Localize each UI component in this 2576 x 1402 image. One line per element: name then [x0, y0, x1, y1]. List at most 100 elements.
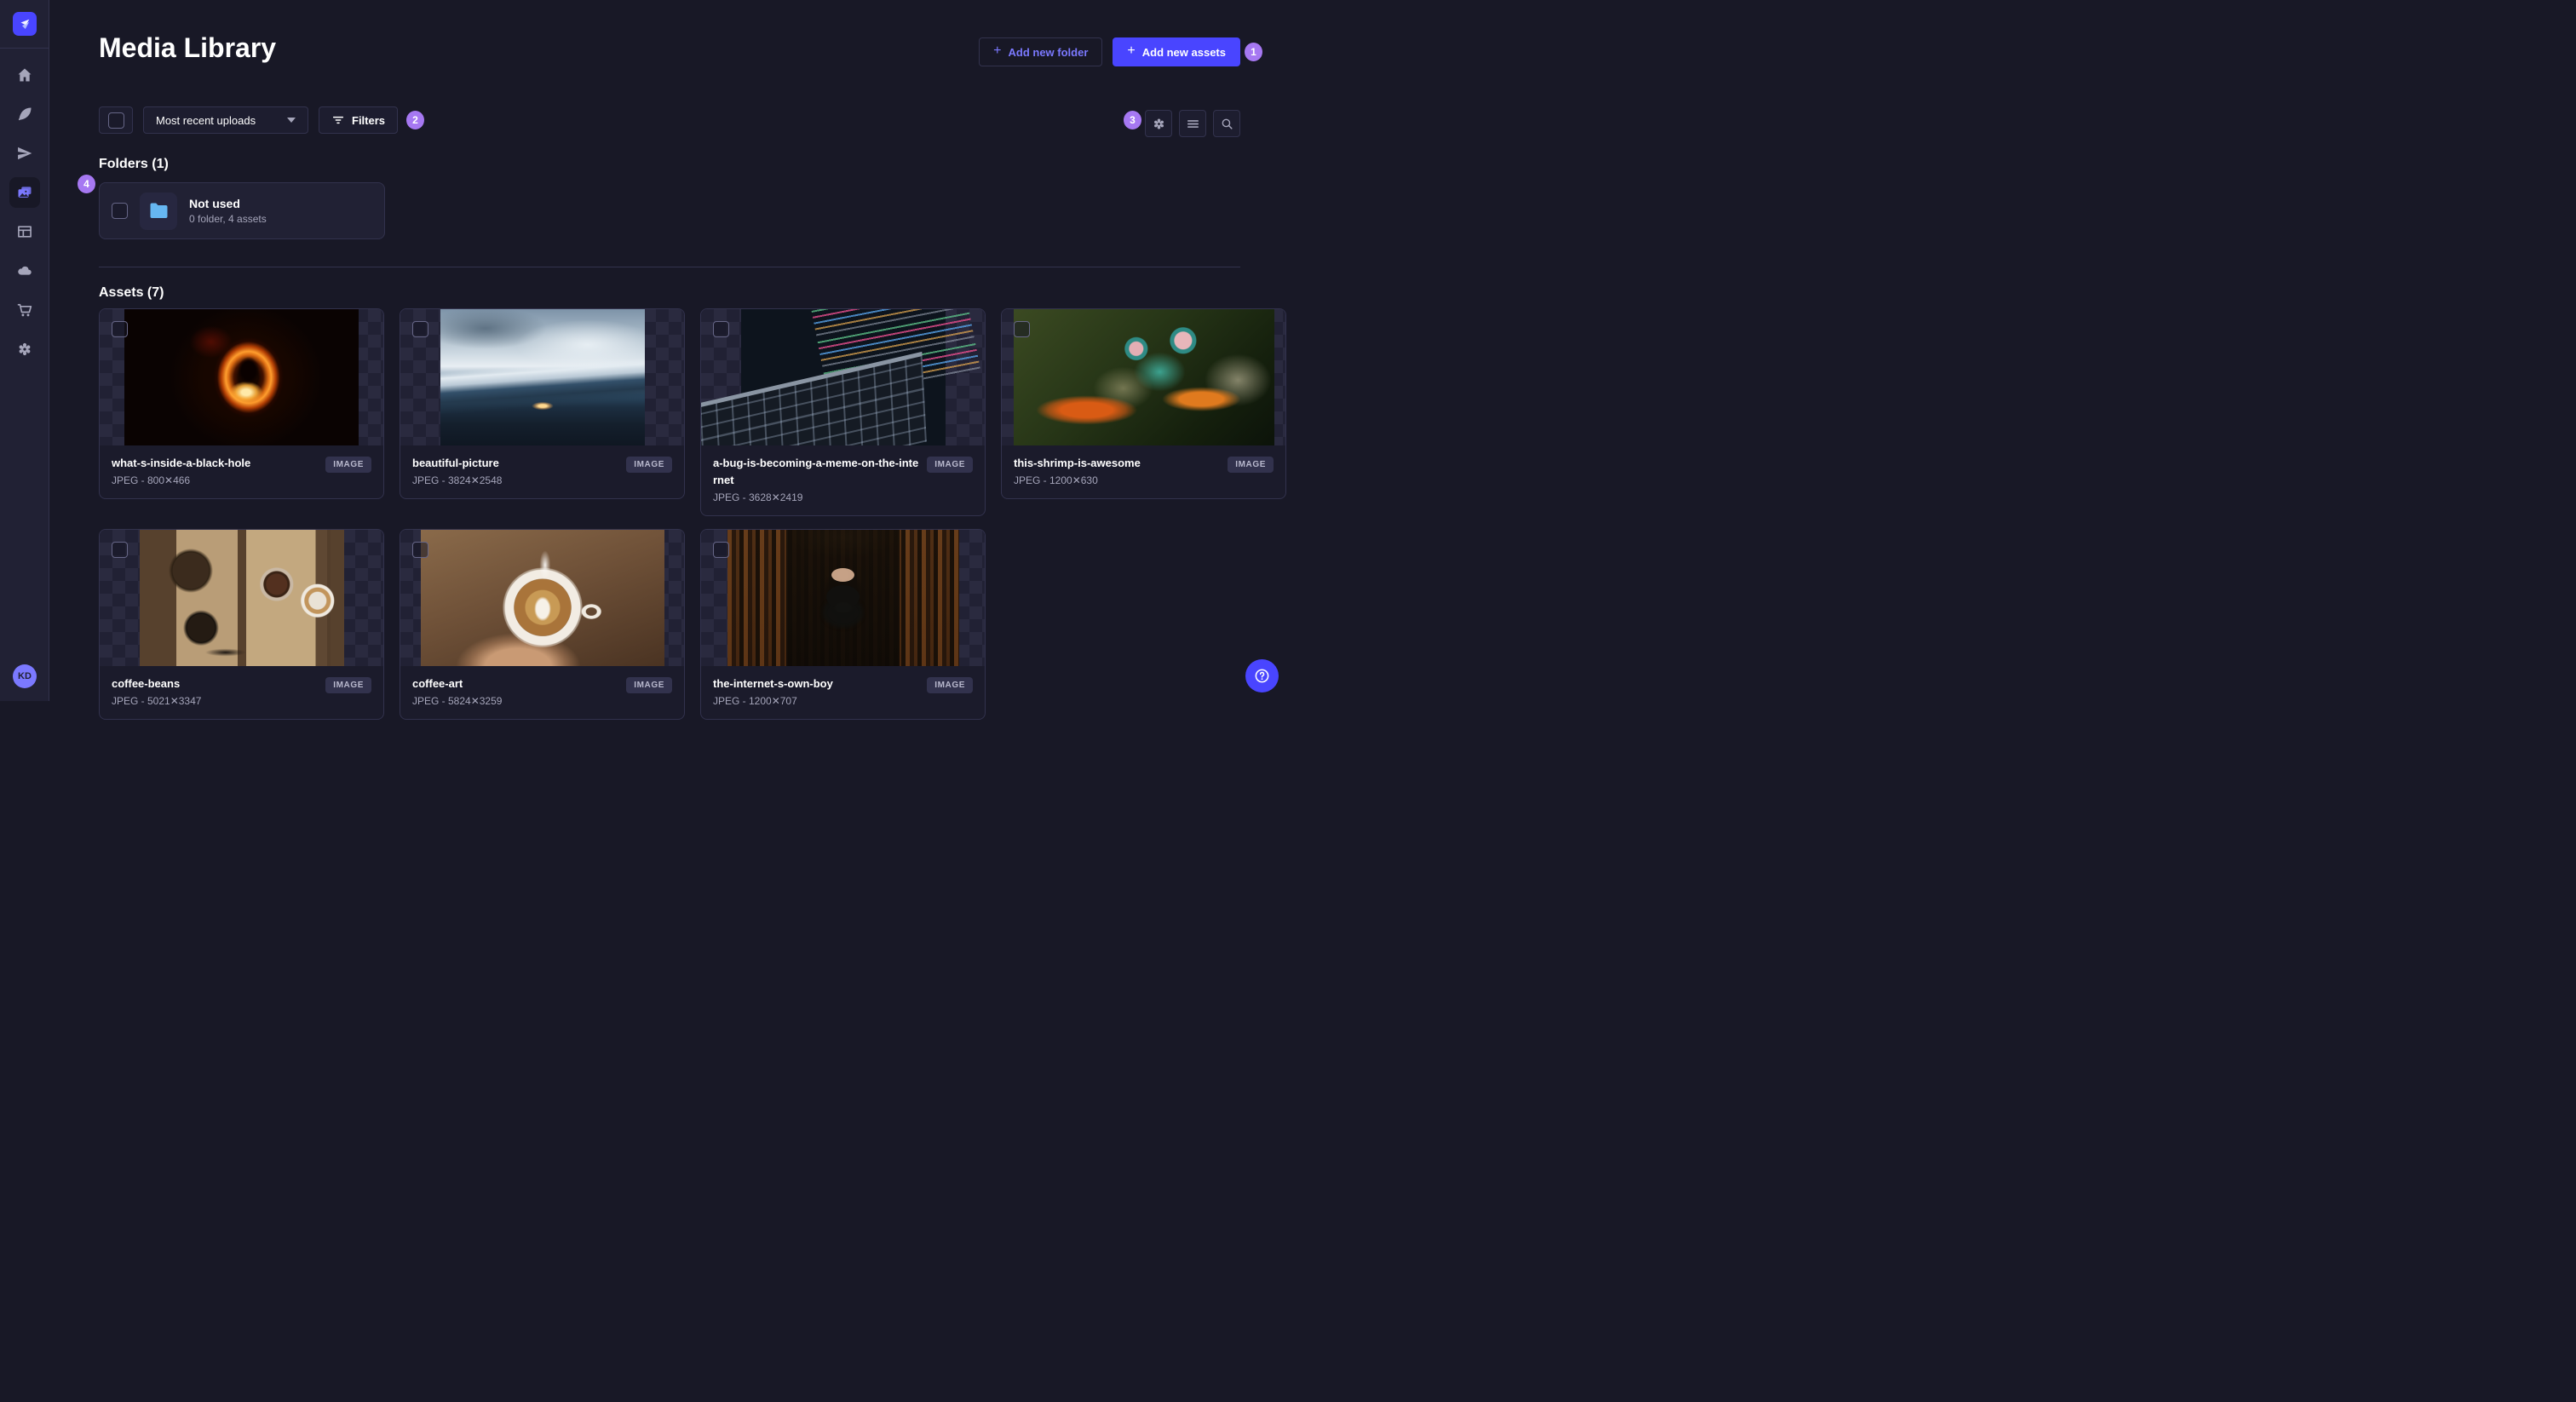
strapi-logo-icon [20, 19, 30, 29]
header-actions: + Add new folder + Add new assets [979, 37, 1240, 66]
strapi-logo[interactable] [13, 12, 37, 36]
sidebar-item-media-library[interactable] [9, 177, 40, 208]
asset-thumbnail [100, 309, 383, 445]
asset-card-black-hole[interactable]: what-s-inside-a-black-hole JPEG - 800✕46… [99, 308, 384, 500]
add-new-assets-label: Add new assets [1141, 45, 1226, 59]
asset-name: what-s-inside-a-black-hole [112, 457, 251, 469]
annotation-badge-2: 2 [406, 111, 424, 129]
asset-card-coffee-art[interactable]: coffee-art JPEG - 5824✕3259 IMAGE [400, 529, 685, 721]
user-avatar[interactable]: KD [13, 664, 37, 688]
sidebar-item-content[interactable] [9, 99, 40, 129]
asset-name: coffee-art [412, 677, 463, 691]
paper-plane-icon [18, 147, 32, 160]
asset-name: a-bug-is-becoming-a-meme-on-the-internet [713, 457, 919, 487]
folder-icon [150, 203, 167, 219]
sidebar: KD [0, 0, 49, 701]
cog-icon [1153, 118, 1164, 129]
toolbar: Most recent uploads Filters [99, 106, 399, 134]
asset-thumbnail [400, 530, 684, 667]
asset-type-badge: IMAGE [626, 457, 672, 473]
asset-name: the-internet-s-own-boy [713, 677, 833, 691]
sort-dropdown[interactable]: Most recent uploads [143, 106, 308, 134]
sidebar-divider [0, 48, 49, 49]
coffee-beans-image [139, 530, 344, 667]
asset-checkbox[interactable] [412, 542, 428, 559]
select-all-checkbox[interactable] [99, 106, 133, 134]
assets-section-title: Assets (7) [99, 285, 164, 300]
add-new-assets-button[interactable]: + Add new assets [1113, 37, 1240, 66]
sidebar-item-release[interactable] [9, 138, 40, 169]
annotation-badge-1: 1 [1245, 43, 1262, 61]
sidebar-nav [0, 60, 49, 365]
asset-thumbnail [1002, 309, 1285, 445]
cart-icon [17, 303, 32, 317]
filter-icon [332, 116, 344, 124]
chevron-down-icon [287, 118, 296, 123]
coffee-art-image [420, 530, 664, 667]
field-settings-button[interactable] [1145, 110, 1172, 137]
page-title: Media Library [99, 32, 277, 63]
asset-card-internet-own-boy[interactable]: the-internet-s-own-boy JPEG - 1200✕707 I… [700, 529, 986, 721]
asset-card-shrimp[interactable]: this-shrimp-is-awesome JPEG - 1200✕630 I… [1001, 308, 1286, 500]
asset-name: beautiful-picture [412, 457, 499, 469]
search-icon [1222, 118, 1233, 129]
list-view-button[interactable] [1179, 110, 1206, 137]
asset-card-bug-meme[interactable]: a-bug-is-becoming-a-meme-on-the-internet… [700, 308, 986, 517]
media-library-app: KD Media Library + Add new folder + Add … [0, 0, 1288, 721]
folder-card[interactable]: Not used 0 folder, 4 assets [99, 182, 385, 239]
sidebar-item-settings[interactable] [9, 334, 40, 365]
sidebar-item-home[interactable] [9, 60, 40, 90]
cloud-icon [18, 266, 32, 275]
sidebar-item-content-manager[interactable] [9, 216, 40, 247]
asset-meta: JPEG - 5824✕3259 [412, 695, 503, 708]
asset-meta: JPEG - 800✕466 [112, 474, 191, 487]
asset-type-badge: IMAGE [1228, 457, 1274, 473]
folders-section-title: Folders (1) [99, 157, 169, 171]
media-library-icon [18, 187, 32, 198]
asset-checkbox[interactable] [713, 321, 729, 337]
folder-checkbox[interactable] [112, 203, 128, 219]
question-mark-icon [1255, 669, 1269, 683]
asset-type-badge: IMAGE [325, 457, 371, 473]
asset-meta: JPEG - 5021✕3347 [112, 695, 202, 708]
asset-checkbox[interactable] [1014, 321, 1030, 337]
help-button[interactable] [1245, 659, 1279, 692]
sidebar-item-deploy[interactable] [9, 256, 40, 286]
folder-meta: 0 folder, 4 assets [189, 213, 267, 225]
home-icon [18, 68, 32, 82]
sort-dropdown-value: Most recent uploads [156, 113, 256, 127]
plus-icon: + [1127, 43, 1136, 58]
mountains-image [440, 309, 645, 445]
folder-name: Not used [189, 197, 240, 210]
laptop-code-image [740, 309, 946, 445]
add-new-folder-button[interactable]: + Add new folder [979, 37, 1103, 66]
asset-meta: JPEG - 3824✕2548 [412, 474, 503, 487]
asset-type-badge: IMAGE [927, 457, 973, 473]
plus-icon: + [993, 43, 1002, 58]
search-button[interactable] [1213, 110, 1240, 137]
asset-meta: JPEG - 1200✕707 [713, 695, 797, 708]
asset-checkbox[interactable] [713, 542, 729, 559]
shrimp-image [1013, 309, 1274, 445]
folder-tile [140, 192, 177, 230]
sidebar-item-marketplace[interactable] [9, 295, 40, 325]
panel-icon [18, 226, 32, 238]
filters-label: Filters [352, 113, 386, 127]
asset-checkbox[interactable] [112, 542, 128, 559]
asset-checkbox[interactable] [412, 321, 428, 337]
black-hole-image [124, 309, 359, 445]
view-actions [1145, 110, 1240, 137]
asset-thumbnail [100, 530, 383, 667]
feather-icon [18, 107, 32, 121]
annotation-badge-3: 3 [1124, 111, 1141, 129]
filters-button[interactable]: Filters [319, 106, 399, 134]
asset-card-coffee-beans[interactable]: coffee-beans JPEG - 5021✕3347 IMAGE [99, 529, 384, 721]
asset-meta: JPEG - 1200✕630 [1014, 474, 1098, 487]
asset-thumbnail [701, 309, 985, 445]
asset-checkbox[interactable] [112, 321, 128, 337]
asset-card-beautiful-picture[interactable]: beautiful-picture JPEG - 3824✕2548 IMAGE [400, 308, 685, 500]
asset-thumbnail [701, 530, 985, 667]
asset-thumbnail [400, 309, 684, 445]
main-content: Media Library + Add new folder + Add new… [49, 0, 1288, 721]
checkbox-icon [107, 112, 124, 129]
